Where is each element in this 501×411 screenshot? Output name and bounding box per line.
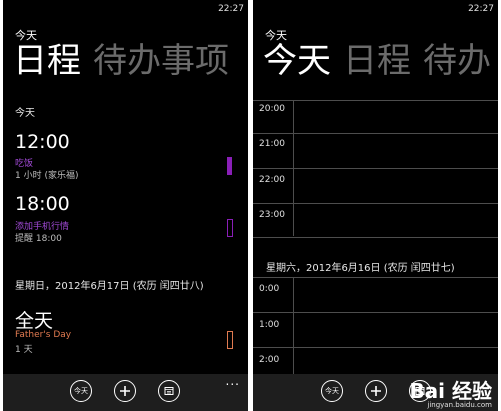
hour-label: 0:00 (259, 284, 280, 294)
allday-label: 全天 (15, 310, 54, 332)
hour-label: 23:00 (259, 210, 285, 220)
today-button-label: 今天 (74, 387, 88, 395)
right-screen: 22:27 今天 今天 日程 待办 20:00 21:00 22:00 23:00 … (253, 0, 498, 411)
time-slot[interactable] (253, 312, 498, 313)
pivot-item-schedule[interactable]: 日程 (343, 41, 411, 81)
today-button[interactable]: 今天 (321, 380, 343, 402)
baidu-watermark: Bai 经验 jingyan.baidu.com (409, 381, 492, 409)
add-button[interactable] (114, 380, 136, 402)
time-slot[interactable] (253, 277, 498, 278)
calendar-icon (164, 387, 174, 395)
plus-icon (120, 386, 130, 396)
event-subtitle: 1 小时 (家乐福) (15, 171, 79, 181)
status-time: 22:27 (468, 4, 494, 14)
time-slot[interactable] (253, 133, 498, 134)
calendar-color-marker (227, 157, 232, 175)
section-today: 今天 (15, 108, 35, 119)
calendar-button[interactable] (158, 380, 180, 402)
pivot-item-todo[interactable]: 待办事项 (93, 41, 229, 81)
app-bar: 今天 Bai 经验 jingyan.baidu.com (253, 374, 498, 411)
timeline-divider (293, 277, 294, 377)
more-menu-button[interactable]: ... (226, 374, 240, 388)
today-button-label: 今天 (325, 387, 339, 395)
hour-label: 1:00 (259, 320, 280, 330)
time-slot[interactable] (253, 237, 498, 238)
watermark-logo: Bai 经验 (409, 379, 492, 403)
plus-icon (371, 386, 381, 396)
left-screen: 22:27 今天 日程 待办事项 今天 12:00 吃饭 1 小时 (家乐福) 1… (3, 0, 248, 411)
time-slot[interactable] (253, 168, 498, 169)
status-time: 22:27 (218, 4, 244, 14)
time-slot[interactable] (253, 203, 498, 204)
pivot-item-todo[interactable]: 待办 (423, 41, 491, 81)
hour-label: 20:00 (259, 104, 285, 114)
event-time: 18:00 (15, 193, 70, 215)
time-slot[interactable] (253, 347, 498, 348)
event-subtitle: 1 天 (15, 345, 33, 355)
hour-label: 2:00 (259, 355, 280, 365)
add-button[interactable] (365, 380, 387, 402)
calendar-color-marker (227, 331, 233, 349)
event-subtitle: 提醒 18:00 (15, 234, 62, 244)
day-header: 星期日，2012年6月17日 (农历 闰四廿八) (15, 281, 204, 292)
event-title: Father's Day (15, 330, 72, 340)
app-bar: 今天 ... (3, 374, 248, 411)
day-header: 星期六，2012年6月16日 (农历 闰四廿七) (266, 263, 455, 274)
today-button[interactable]: 今天 (70, 380, 92, 402)
hour-label: 21:00 (259, 139, 285, 149)
event-time: 12:00 (15, 131, 70, 153)
time-slot[interactable] (253, 100, 498, 101)
pivot-header: 今天 日程 待办 (263, 41, 498, 81)
pivot-item-today[interactable]: 今天 (263, 41, 331, 81)
pivot-header: 日程 待办事项 (13, 41, 241, 81)
calendar-color-marker (227, 219, 233, 237)
pivot-item-schedule[interactable]: 日程 (13, 41, 81, 81)
hour-label: 22:00 (259, 175, 285, 185)
